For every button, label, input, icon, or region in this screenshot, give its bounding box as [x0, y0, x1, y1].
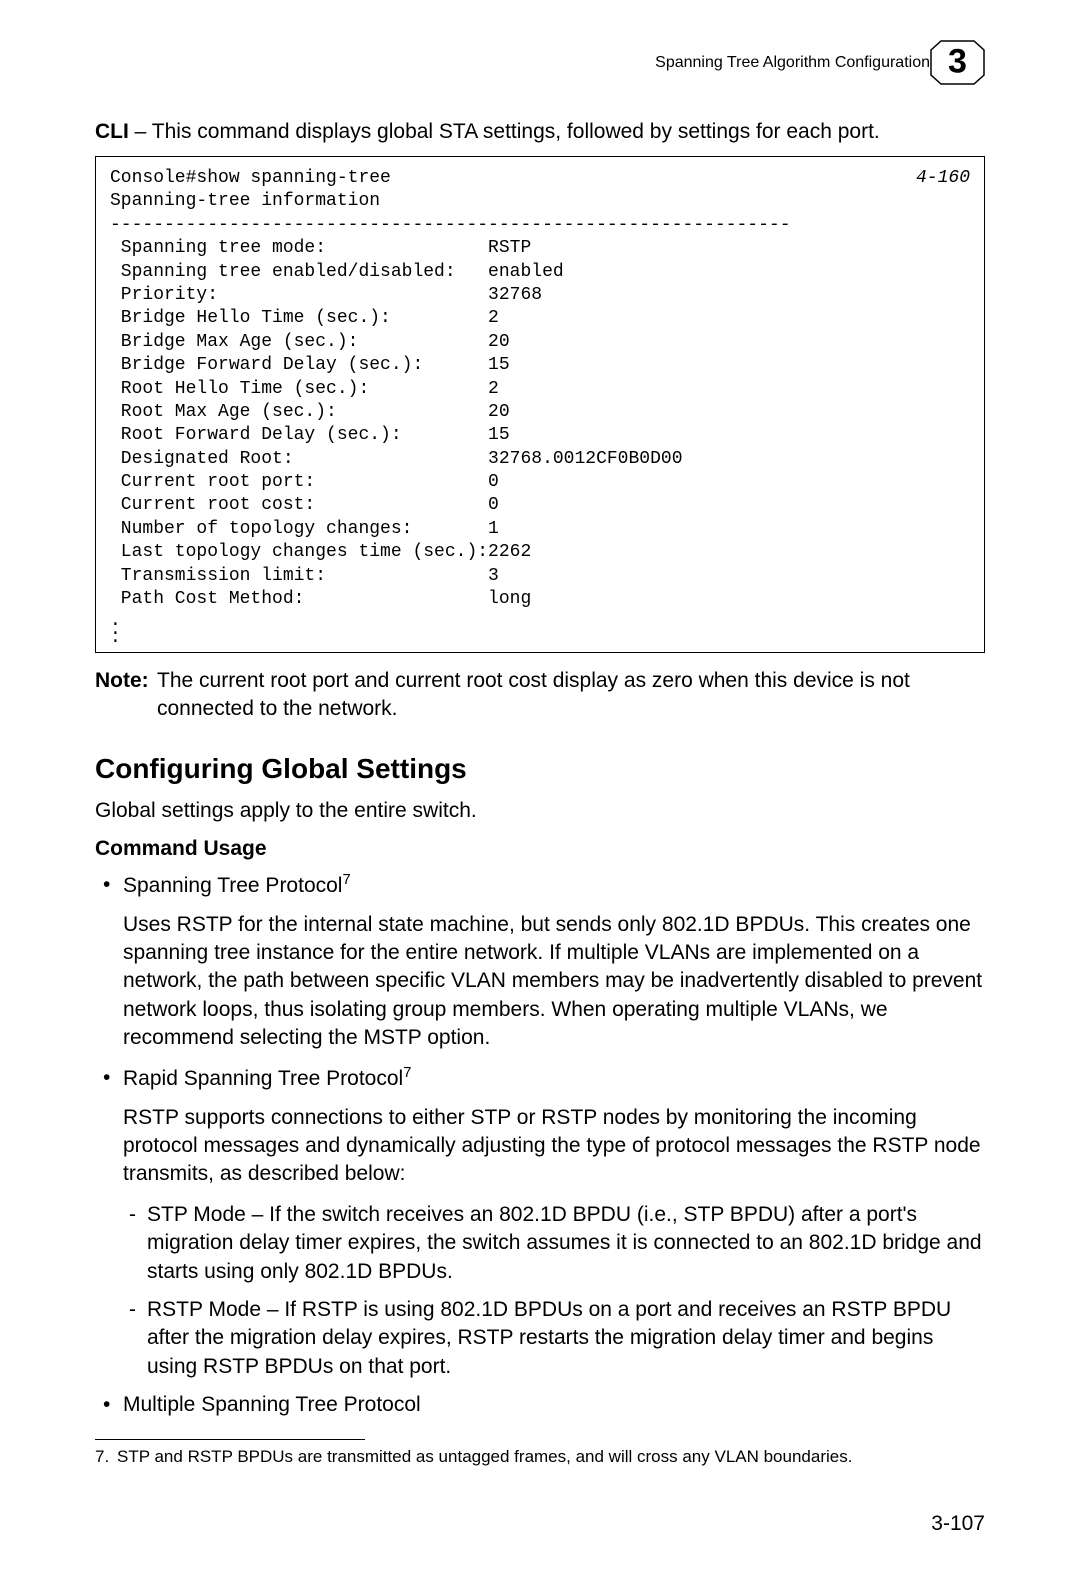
page-number: 3-107 — [931, 1512, 985, 1536]
cli-output-box: 4-160 Console#show spanning-tree Spanning… — [95, 156, 985, 653]
list-item: STP Mode – If the switch receives an 802… — [123, 1201, 985, 1286]
footnote-ref: 7 — [342, 872, 350, 888]
note-label: Note: — [95, 667, 157, 724]
vertical-ellipsis-icon: ... — [110, 617, 970, 641]
code-body: Console#show spanning-tree Spanning-tree… — [110, 168, 791, 609]
section-heading: Configuring Global Settings — [95, 753, 985, 785]
list-item: Multiple Spanning Tree Protocol — [95, 1391, 985, 1419]
list-item: RSTP Mode – If RSTP is using 802.1D BPDU… — [123, 1296, 985, 1381]
list-item: Spanning Tree Protocol7 — [95, 871, 985, 900]
cli-intro: CLI – This command displays global STA s… — [95, 120, 985, 144]
note-text: The current root port and current root c… — [157, 667, 985, 724]
bullet-title: Rapid Spanning Tree Protocol — [123, 1067, 403, 1090]
bullet-paragraph: RSTP supports connections to either STP … — [95, 1104, 985, 1189]
footnote-ref: 7 — [403, 1065, 411, 1081]
bullet-list: Rapid Spanning Tree Protocol7 — [95, 1064, 985, 1093]
bullet-list: Spanning Tree Protocol7 — [95, 871, 985, 900]
page-header: Spanning Tree Algorithm Configuration 3 — [95, 40, 985, 85]
code-reference: 4-160 — [916, 167, 970, 190]
section-intro: Global settings apply to the entire swit… — [95, 799, 985, 823]
cli-label: CLI — [95, 120, 129, 143]
footnote-text: STP and RSTP BPDUs are transmitted as un… — [117, 1446, 852, 1469]
chapter-badge: 3 — [930, 40, 985, 85]
bullet-paragraph: Uses RSTP for the internal state machine… — [95, 911, 985, 1053]
bullet-title: Spanning Tree Protocol — [123, 874, 342, 897]
command-usage-heading: Command Usage — [95, 837, 985, 861]
note-block: Note: The current root port and current … — [95, 667, 985, 724]
chapter-number: 3 — [948, 42, 967, 81]
cli-intro-text: – This command displays global STA setti… — [129, 120, 880, 143]
list-item: Rapid Spanning Tree Protocol7 — [95, 1064, 985, 1093]
dash-list: STP Mode – If the switch receives an 802… — [95, 1201, 985, 1381]
footnote-rule — [95, 1439, 365, 1440]
bullet-list: Multiple Spanning Tree Protocol — [95, 1391, 985, 1419]
footnote-number: 7. — [95, 1446, 117, 1469]
bullet-title: Multiple Spanning Tree Protocol — [123, 1393, 421, 1416]
header-title: Spanning Tree Algorithm Configuration — [655, 54, 930, 72]
footnote: 7. STP and RSTP BPDUs are transmitted as… — [95, 1446, 985, 1469]
